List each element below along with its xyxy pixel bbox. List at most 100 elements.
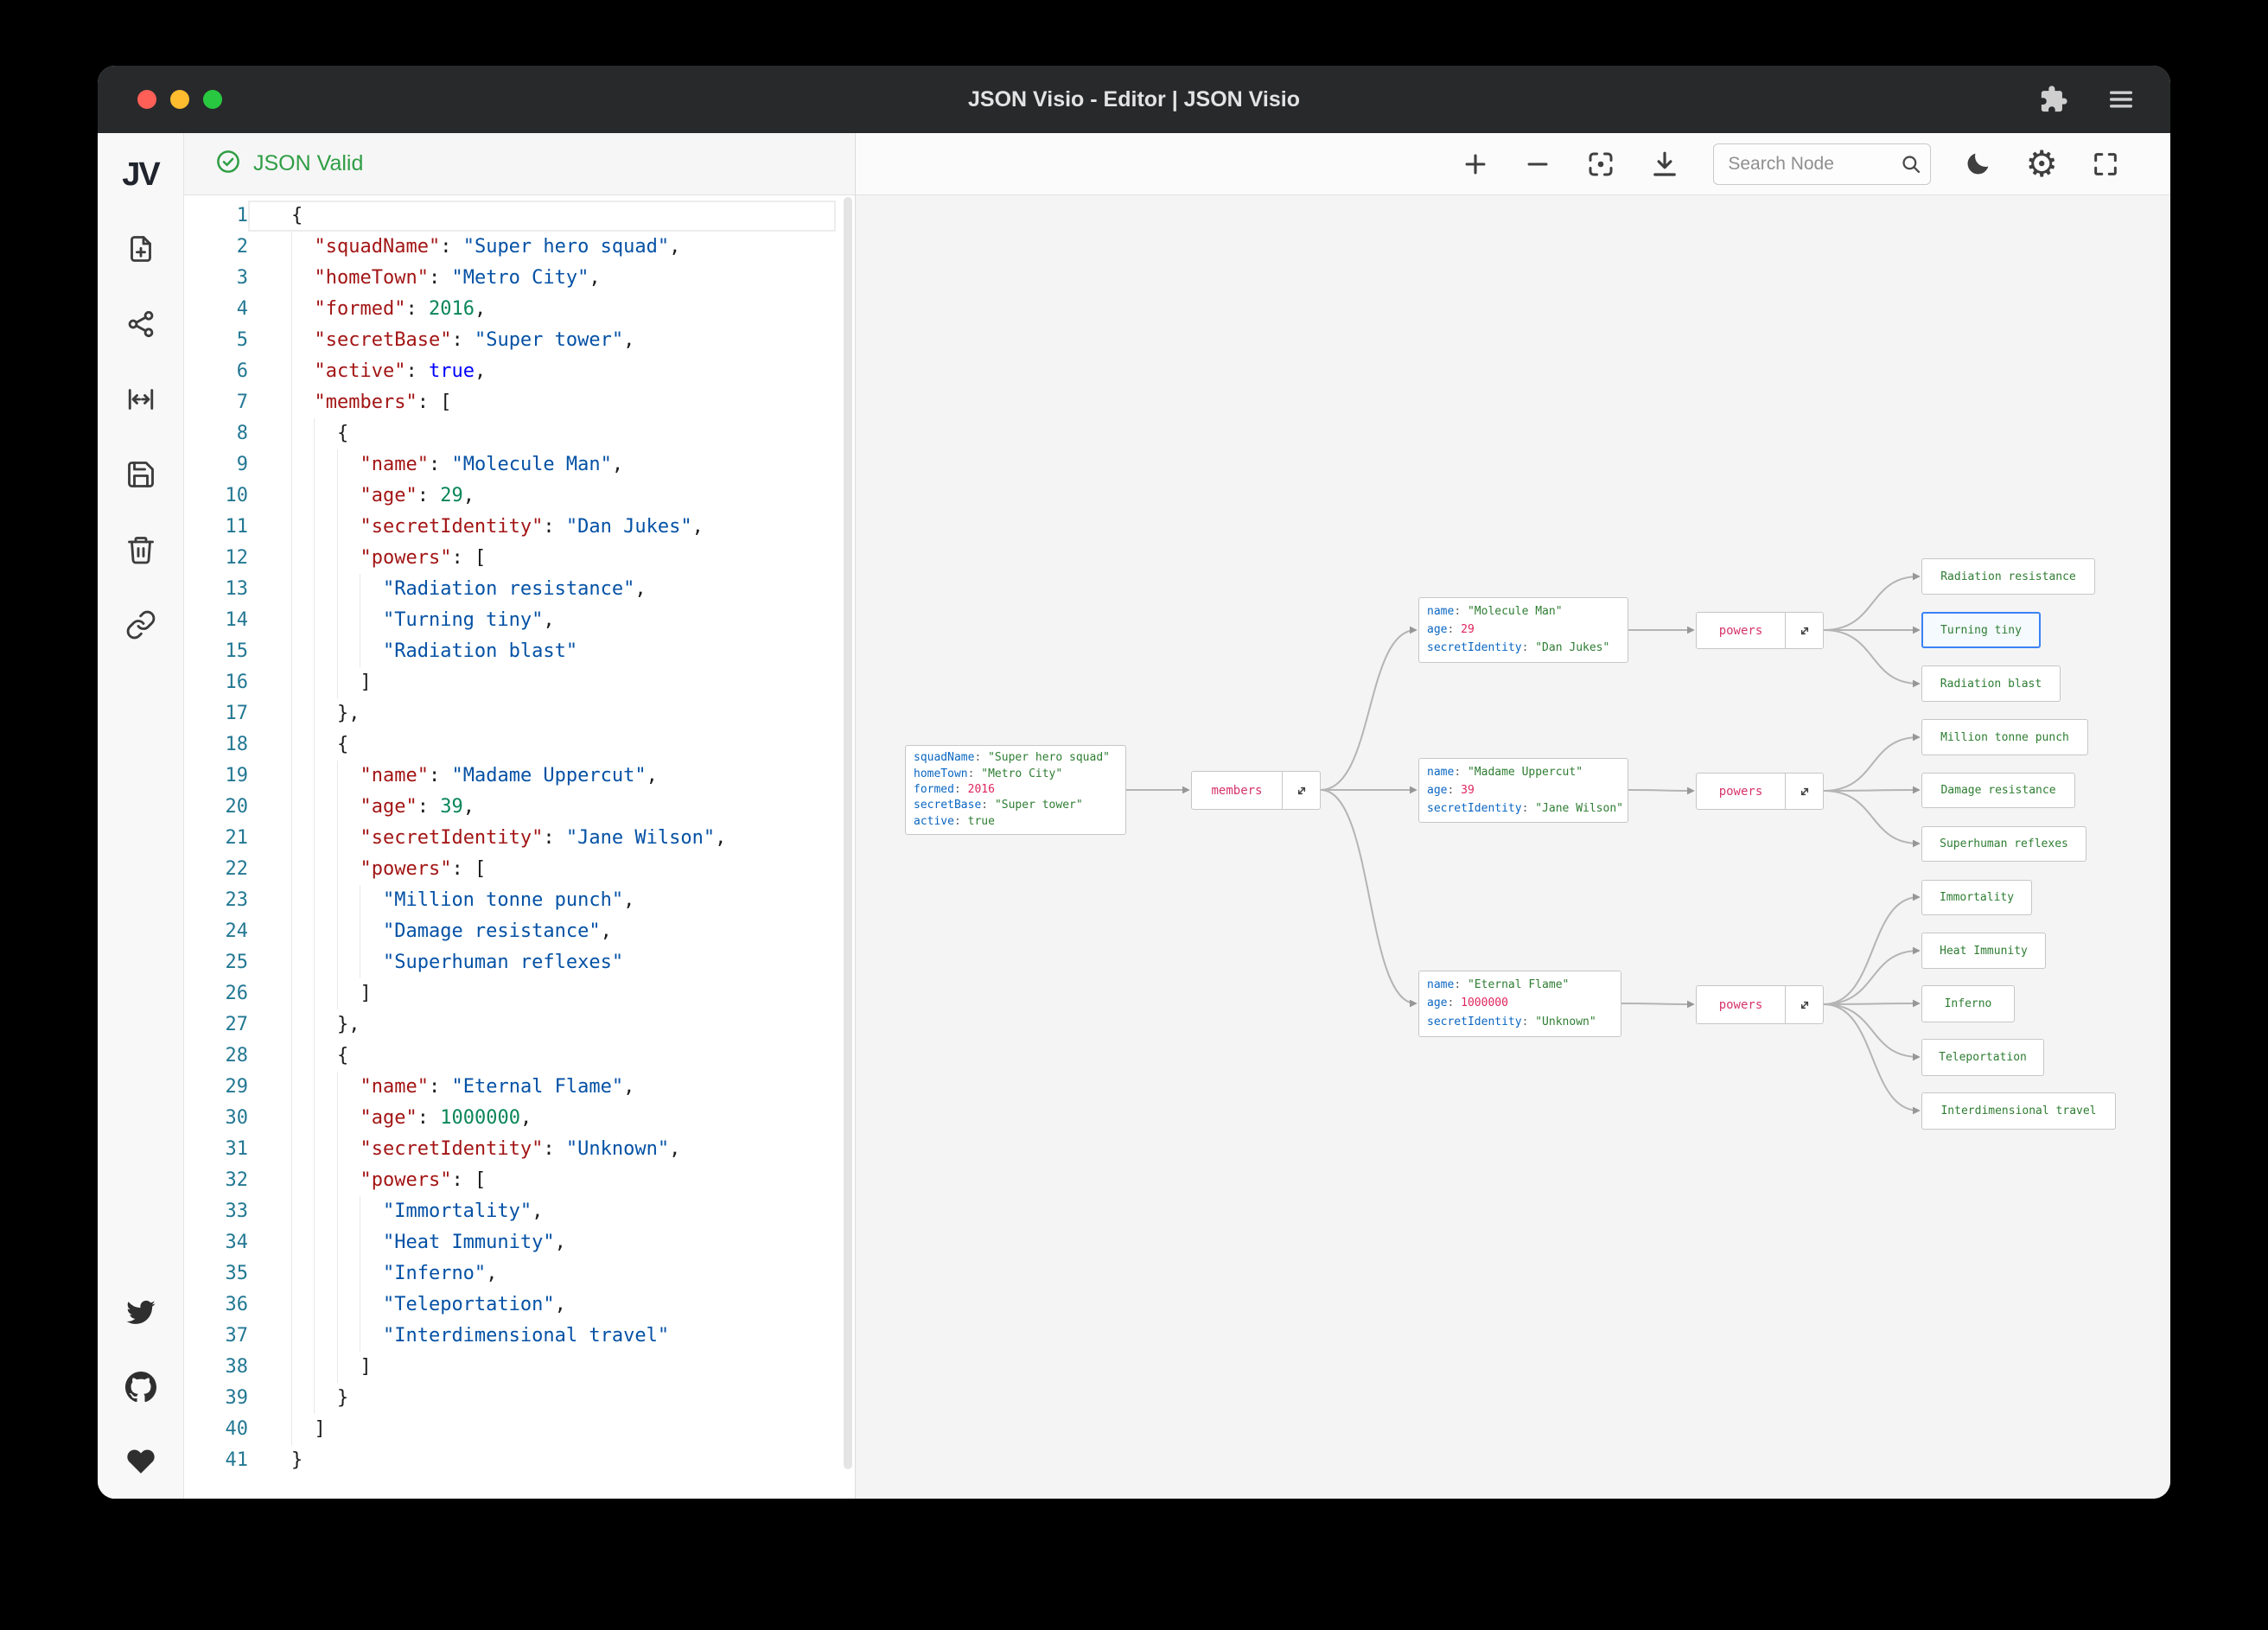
zoom-in-icon[interactable] xyxy=(1461,150,1490,179)
fit-width-icon[interactable] xyxy=(125,384,156,415)
line-number: 40 xyxy=(225,1418,249,1440)
dark-mode-icon[interactable] xyxy=(1964,150,1992,178)
code-row: 9 "name": "Molecule Man", xyxy=(184,449,855,481)
node-field: name: "Molecule Man" xyxy=(1427,604,1563,618)
graph-node-powers-2[interactable]: powers xyxy=(1696,773,1824,810)
close-window-button[interactable] xyxy=(137,90,156,109)
node-field: secretIdentity: "Unknown" xyxy=(1427,1016,1596,1029)
line-number: 37 xyxy=(225,1325,249,1347)
line-number: 22 xyxy=(225,858,249,880)
search-icon[interactable] xyxy=(1900,153,1922,180)
new-document-icon[interactable] xyxy=(125,233,156,264)
github-icon[interactable] xyxy=(124,1372,156,1403)
zoom-out-icon[interactable] xyxy=(1523,150,1552,179)
graph-icon[interactable] xyxy=(125,309,156,340)
graph-node-leaf-2b[interactable]: Damage resistance xyxy=(1921,773,2075,808)
code-line: ] xyxy=(248,667,836,698)
minimize-window-button[interactable] xyxy=(170,90,189,109)
array-node-label: powers xyxy=(1718,784,1763,799)
code-row: 35 "Inferno", xyxy=(184,1258,855,1289)
graph-edge xyxy=(1823,790,1921,848)
editor-scrollbar[interactable] xyxy=(844,197,852,1495)
line-number: 12 xyxy=(225,547,249,569)
code-row: 10 "age": 29, xyxy=(184,481,855,512)
extensions-icon[interactable] xyxy=(2039,85,2068,114)
line-number: 4 xyxy=(236,298,248,320)
code-row: 25 "Superhuman reflexes" xyxy=(184,947,855,978)
graph-node-leaf-3a[interactable]: Immortality xyxy=(1921,880,2032,915)
graph-node-member-1[interactable]: name: "Molecule Man" age: 29 secretIdentit… xyxy=(1418,597,1628,663)
graph-node-root[interactable]: squadName: "Super hero squad" homeTown: "… xyxy=(905,745,1126,835)
code-line: { xyxy=(248,1041,836,1072)
code-line: "powers": [ xyxy=(248,1165,836,1196)
line-number: 24 xyxy=(225,920,249,942)
line-number: 36 xyxy=(225,1294,249,1315)
fullscreen-icon[interactable] xyxy=(2091,150,2120,179)
collapse-children-button[interactable] xyxy=(1785,613,1823,648)
editor-status-bar: JSON Valid xyxy=(184,133,855,195)
line-number: 6 xyxy=(236,360,248,382)
line-number: 13 xyxy=(225,578,249,600)
json-editor-panel: JSON Valid 1{2 "squadName": "Super hero … xyxy=(184,133,856,1499)
graph-node-leaf-3b[interactable]: Heat Immunity xyxy=(1921,933,2046,969)
graph-node-leaf-1a[interactable]: Radiation resistance xyxy=(1921,558,2095,595)
collapse-children-button[interactable] xyxy=(1282,772,1320,809)
search-input[interactable] xyxy=(1713,143,1932,185)
code-row: 30 "age": 1000000, xyxy=(184,1103,855,1134)
code-row: 26 ] xyxy=(184,978,855,1009)
graph-node-member-3[interactable]: name: "Eternal Flame" age: 1000000 secretI… xyxy=(1418,971,1621,1037)
collapse-children-button[interactable] xyxy=(1785,774,1823,809)
center-focus-icon[interactable] xyxy=(1585,149,1616,180)
download-icon[interactable] xyxy=(1649,149,1680,180)
delete-icon[interactable] xyxy=(125,534,156,565)
code-line: "powers": [ xyxy=(248,543,836,574)
line-number: 39 xyxy=(225,1387,249,1409)
graph-node-member-2[interactable]: name: "Madame Uppercut" age: 39 secretIden… xyxy=(1418,758,1628,823)
heart-icon[interactable] xyxy=(125,1446,156,1477)
code-line: "members": [ xyxy=(248,387,836,418)
graph-node-leaf-3c[interactable]: Inferno xyxy=(1921,985,2015,1022)
graph-node-leaf-2a[interactable]: Million tonne punch xyxy=(1921,719,2088,755)
graph-node-powers-1[interactable]: powers xyxy=(1696,612,1824,649)
graph-node-powers-3[interactable]: powers xyxy=(1696,985,1824,1024)
graph-node-members[interactable]: members xyxy=(1191,771,1321,810)
node-field: name: "Eternal Flame" xyxy=(1427,977,1570,991)
code-row: 37 "Interdimensional travel" xyxy=(184,1321,855,1352)
line-number: 19 xyxy=(225,765,249,786)
line-number: 32 xyxy=(225,1169,249,1191)
collapse-children-button[interactable] xyxy=(1785,986,1823,1023)
node-field: formed: 2016 xyxy=(914,782,995,796)
code-line: "active": true, xyxy=(248,356,836,387)
code-row: 23 "Million tonne punch", xyxy=(184,885,855,916)
graph-node-leaf-2c[interactable]: Superhuman reflexes xyxy=(1921,826,2086,862)
code-line: "Damage resistance", xyxy=(248,916,836,947)
code-line: "name": "Molecule Man", xyxy=(248,449,836,481)
code-row: 41} xyxy=(184,1445,855,1476)
code-line: "Teleportation", xyxy=(248,1289,836,1321)
graph-node-leaf-3e[interactable]: Interdimensional travel xyxy=(1921,1092,2116,1130)
line-number: 5 xyxy=(236,329,248,351)
code-line: }, xyxy=(248,698,836,729)
line-number: 28 xyxy=(225,1045,249,1067)
twitter-icon[interactable] xyxy=(125,1297,156,1328)
settings-icon[interactable]: ⚙ xyxy=(2025,145,2058,182)
save-icon[interactable] xyxy=(125,459,156,490)
link-icon[interactable] xyxy=(125,609,156,640)
menu-icon[interactable] xyxy=(2106,85,2136,114)
graph-edge xyxy=(1823,999,1921,1008)
graph-node-leaf-1b[interactable]: Turning tiny xyxy=(1921,612,2041,648)
zoom-window-button[interactable] xyxy=(203,90,222,109)
line-number: 27 xyxy=(225,1014,249,1035)
graph-node-leaf-1c[interactable]: Radiation blast xyxy=(1921,665,2061,702)
app-logo[interactable]: JV xyxy=(122,133,161,216)
code-line: "Inferno", xyxy=(248,1258,836,1289)
graph-node-leaf-3d[interactable]: Teleportation xyxy=(1921,1039,2044,1076)
line-number: 3 xyxy=(236,267,248,289)
code-row: 38 ] xyxy=(184,1352,855,1383)
code-row: 29 "name": "Eternal Flame", xyxy=(184,1072,855,1103)
window-titlebar: JSON Visio - Editor | JSON Visio xyxy=(98,66,2170,133)
json-valid-status: JSON Valid xyxy=(253,151,364,175)
graph-canvas[interactable]: squadName: "Super hero squad" homeTown: "… xyxy=(856,133,2170,1499)
code-editor[interactable]: 1{2 "squadName": "Super hero squad", 3 "h… xyxy=(184,195,855,1499)
line-number: 38 xyxy=(225,1356,249,1378)
